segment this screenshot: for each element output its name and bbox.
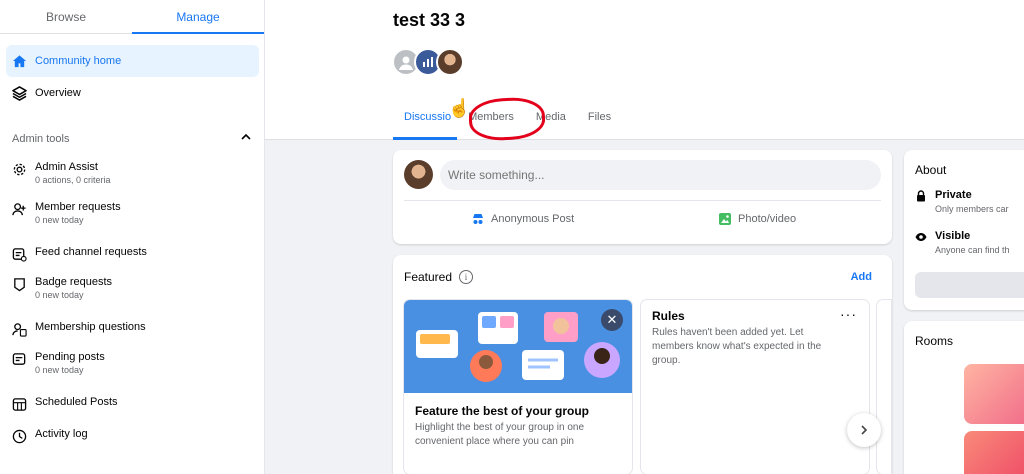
avatar	[404, 160, 433, 189]
post-composer: Anonymous Post Photo/video	[393, 150, 892, 244]
sidebar-tabs: Browse Manage	[0, 0, 264, 34]
sidebar-item-overview[interactable]: Overview	[6, 77, 259, 109]
sidebar-item-badge-requests[interactable]: Badge requests 0 new today	[10, 275, 112, 302]
promo-title: Feature the best of your group	[415, 404, 590, 418]
home-icon	[10, 52, 28, 70]
rules-title: Rules	[652, 309, 685, 323]
clock-icon	[10, 427, 28, 445]
admin-item-title: Badge requests	[35, 276, 113, 288]
sidebar-item-feed-channel-requests[interactable]: Feed channel requests	[10, 245, 147, 263]
anonymous-post-button[interactable]: Anonymous Post	[471, 212, 574, 226]
chevron-right-icon[interactable]	[847, 413, 881, 447]
tab-manage[interactable]: Manage	[132, 0, 264, 34]
photo-icon	[718, 212, 732, 226]
photo-video-label: Photo/video	[738, 213, 797, 225]
learn-more-button[interactable]	[915, 272, 1024, 298]
visibility-row: Visible Anyone can find th	[915, 229, 1010, 257]
badge-icon	[10, 275, 28, 293]
sidebar-item-admin-assist[interactable]: Admin Assist 0 actions, 0 criteria	[10, 160, 111, 187]
add-person-icon	[10, 200, 28, 218]
calendar-icon	[10, 395, 28, 413]
about-title: About	[915, 163, 947, 177]
admin-item-sub: 0 actions, 0 criteria	[35, 175, 111, 185]
eye-icon	[915, 230, 927, 242]
admin-item-sub: 0 new today	[35, 215, 84, 225]
sidebar-item-membership-questions[interactable]: Membership questions	[10, 320, 146, 338]
privacy-row: Private Only members car	[915, 188, 1009, 216]
admin-item-title: Pending posts	[35, 351, 105, 363]
write-something-input[interactable]	[440, 160, 881, 190]
sidebar-item-label: Overview	[35, 87, 81, 99]
feed-icon	[10, 245, 28, 263]
left-sidebar: Browse Manage Community home Overview Ad…	[0, 0, 265, 474]
admin-item-title: Feed channel requests	[35, 246, 147, 258]
gear-icon	[10, 160, 28, 178]
lock-icon	[915, 189, 927, 202]
visibility-sub: Anyone can find th	[935, 245, 1010, 255]
divider	[404, 200, 881, 201]
privacy-title: Private	[935, 189, 972, 201]
questions-icon	[10, 320, 28, 338]
group-header: test 33 3 Discussio Members Media Files	[265, 0, 1024, 140]
admin-item-title: Admin Assist	[35, 161, 98, 173]
photo-video-button[interactable]: Photo/video	[718, 212, 796, 226]
sidebar-item-activity-log[interactable]: Activity log	[10, 427, 88, 445]
anonymous-icon	[471, 212, 485, 226]
add-featured-button[interactable]: Add	[851, 271, 872, 283]
feature-promo-card: ✕ Feature the best of your group Highlig…	[404, 300, 632, 474]
pending-icon	[10, 350, 28, 368]
chevron-up-icon	[240, 131, 252, 146]
rooms-title: Rooms	[915, 334, 954, 348]
member-avatars[interactable]	[392, 48, 464, 76]
privacy-sub: Only members car	[935, 204, 1009, 214]
sidebar-item-member-requests[interactable]: Member requests 0 new today	[10, 200, 121, 227]
featured-header: Featured i	[404, 270, 474, 284]
avatar	[436, 48, 464, 76]
rooms-illustration	[964, 364, 1024, 424]
layers-icon	[10, 84, 28, 102]
admin-item-title: Membership questions	[35, 321, 146, 333]
anonymous-post-label: Anonymous Post	[491, 213, 575, 225]
rooms-card: Rooms	[904, 321, 1024, 474]
admin-item-title: Scheduled Posts	[35, 396, 118, 408]
sidebar-item-pending-posts[interactable]: Pending posts 0 new today	[10, 350, 105, 377]
rooms-illustration	[964, 431, 1024, 474]
sidebar-item-scheduled-posts[interactable]: Scheduled Posts	[10, 395, 118, 413]
rules-card[interactable]: Rules ··· Rules haven't been added yet. …	[641, 300, 869, 474]
group-title: test 33 3	[393, 10, 466, 30]
admin-item-sub: 0 new today	[35, 290, 84, 300]
admin-item-sub: 0 new today	[35, 365, 84, 375]
promo-description: Highlight the best of your group in one …	[415, 422, 584, 447]
close-icon[interactable]: ✕	[601, 309, 623, 331]
next-featured-card-peek	[877, 300, 891, 474]
admin-item-title: Activity log	[35, 428, 88, 440]
promo-illustration: ✕	[404, 300, 632, 393]
info-icon[interactable]: i	[459, 270, 474, 284]
admin-tools-label: Admin tools	[12, 132, 70, 145]
tab-browse[interactable]: Browse	[0, 0, 132, 33]
admin-tools-header[interactable]: Admin tools	[12, 131, 252, 146]
about-card: About Private Only members car Visible A…	[904, 150, 1024, 310]
admin-item-title: Member requests	[35, 201, 121, 213]
rules-description: Rules haven't been added yet. Let member…	[652, 327, 822, 366]
hand-cursor-icon: ☝	[448, 98, 471, 118]
more-options-icon[interactable]: ···	[840, 306, 857, 322]
tab-files[interactable]: Files	[577, 96, 622, 140]
sidebar-item-community-home[interactable]: Community home	[6, 45, 259, 77]
sidebar-item-label: Community home	[35, 55, 122, 67]
featured-card: Featured i Add ✕ Feature the best of you…	[393, 255, 892, 474]
visibility-title: Visible	[935, 230, 971, 242]
featured-title: Featured	[404, 270, 453, 284]
